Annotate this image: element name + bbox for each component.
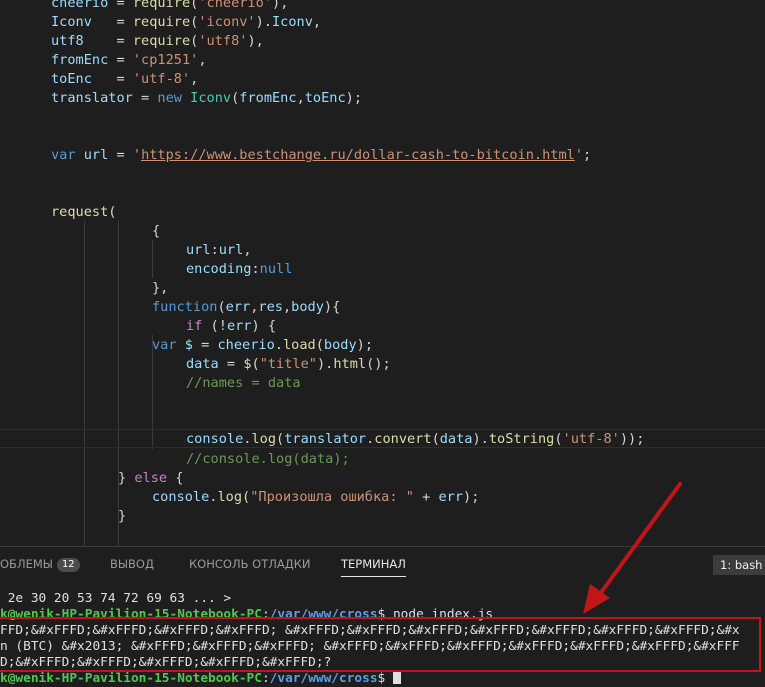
annotation-arrow-icon [583, 482, 682, 614]
